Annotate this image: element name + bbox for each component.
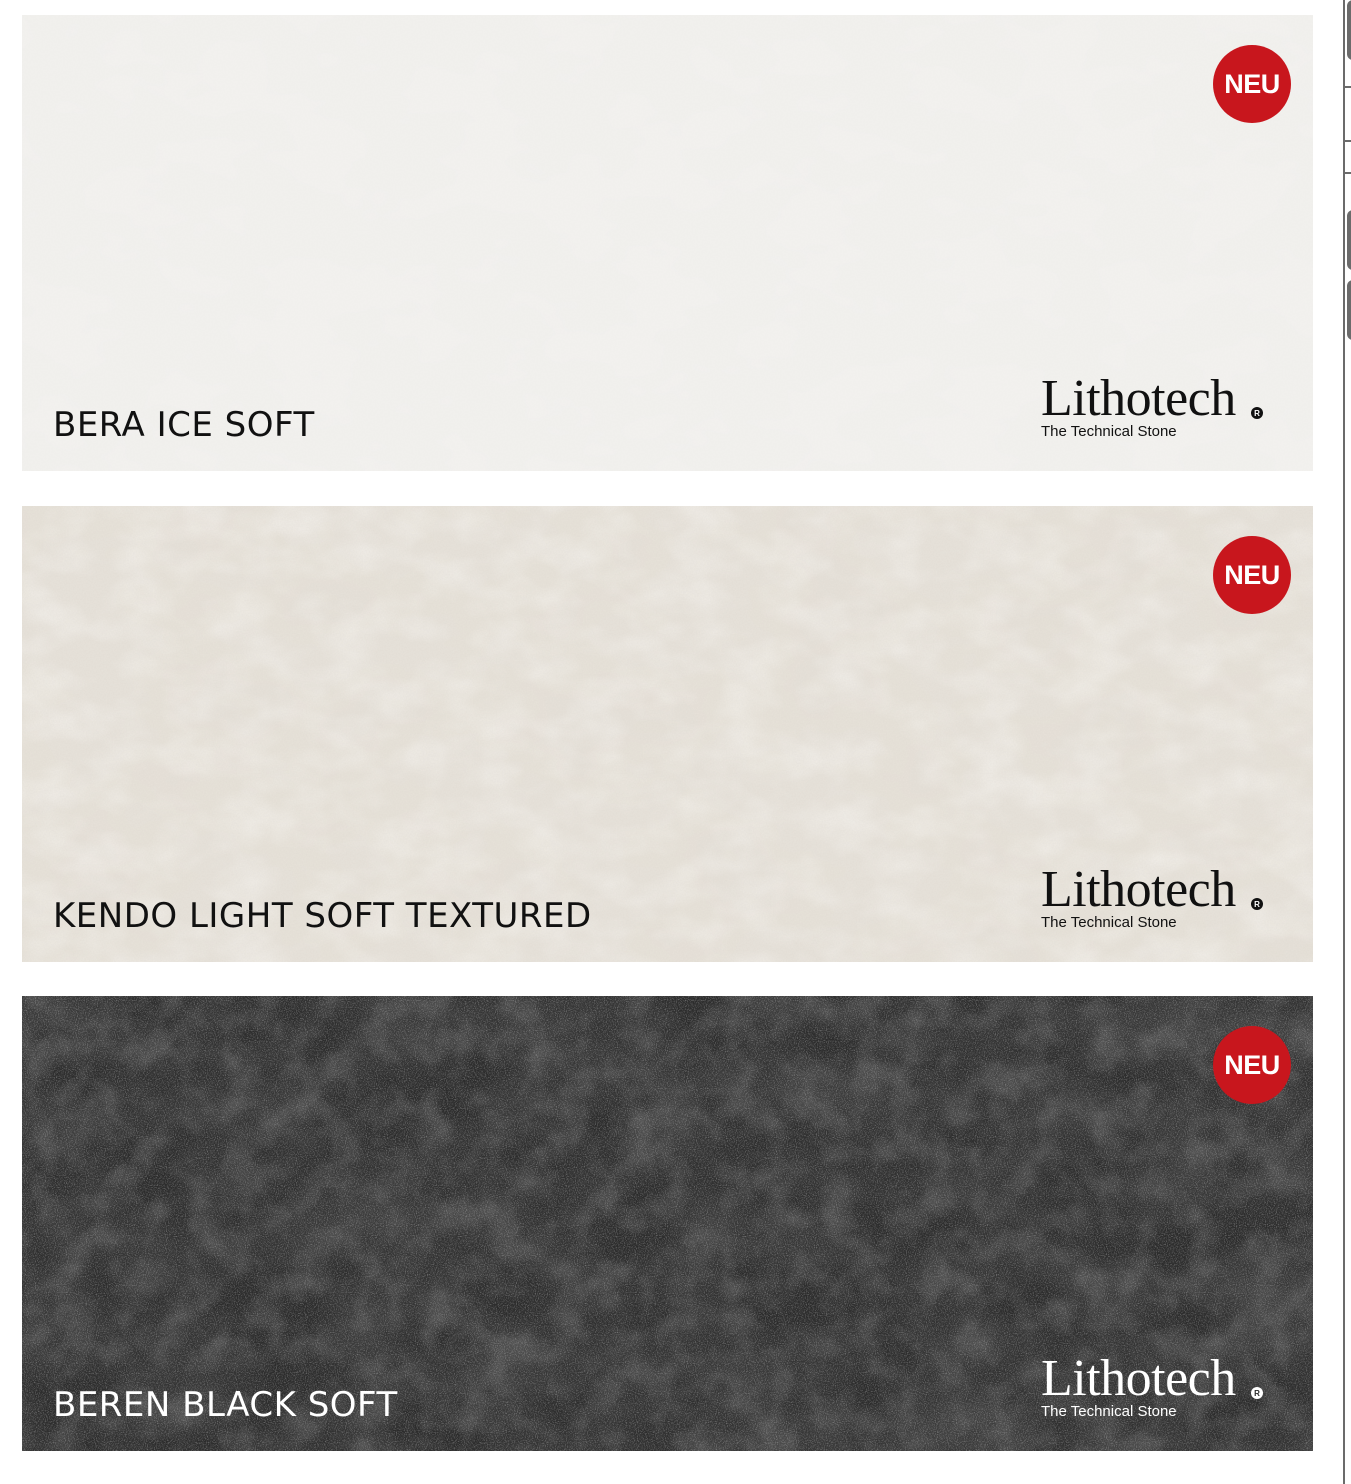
- logo-wordmark: Lithotech: [1041, 1350, 1236, 1407]
- logo-tagline: The Technical Stone: [1041, 423, 1177, 440]
- registered-mark-icon: R: [1251, 407, 1263, 419]
- product-tile-beren-black-soft[interactable]: NEU BEREN BLACK SOFT Lithotech R The Tec…: [22, 996, 1313, 1451]
- product-name: BERA ICE SOFT: [53, 405, 315, 445]
- product-sheet: NEU BERA ICE SOFT Lithotech R The Techni…: [0, 0, 1351, 1484]
- registered-mark-icon: R: [1251, 1387, 1263, 1399]
- logo-tagline: The Technical Stone: [1041, 1403, 1177, 1420]
- logo-wordmark: Lithotech: [1041, 370, 1236, 427]
- new-badge: NEU: [1213, 1026, 1291, 1104]
- adjacent-page-edge: [1343, 0, 1351, 1484]
- registered-mark-icon: R: [1251, 898, 1263, 910]
- new-badge: NEU: [1213, 536, 1291, 614]
- lithotech-logo: Lithotech R The Technical Stone: [1041, 373, 1291, 443]
- lithotech-logo: Lithotech R The Technical Stone: [1041, 864, 1291, 934]
- lithotech-logo: Lithotech R The Technical Stone: [1041, 1353, 1291, 1423]
- logo-wordmark: Lithotech: [1041, 861, 1236, 918]
- product-tile-kendo-light-soft-textured[interactable]: NEU KENDO LIGHT SOFT TEXTURED Lithotech …: [22, 506, 1313, 962]
- new-badge: NEU: [1213, 45, 1291, 123]
- product-name: KENDO LIGHT SOFT TEXTURED: [53, 896, 592, 936]
- logo-tagline: The Technical Stone: [1041, 914, 1177, 931]
- product-name: BEREN BLACK SOFT: [53, 1385, 398, 1425]
- product-tile-bera-ice-soft[interactable]: NEU BERA ICE SOFT Lithotech R The Techni…: [22, 15, 1313, 471]
